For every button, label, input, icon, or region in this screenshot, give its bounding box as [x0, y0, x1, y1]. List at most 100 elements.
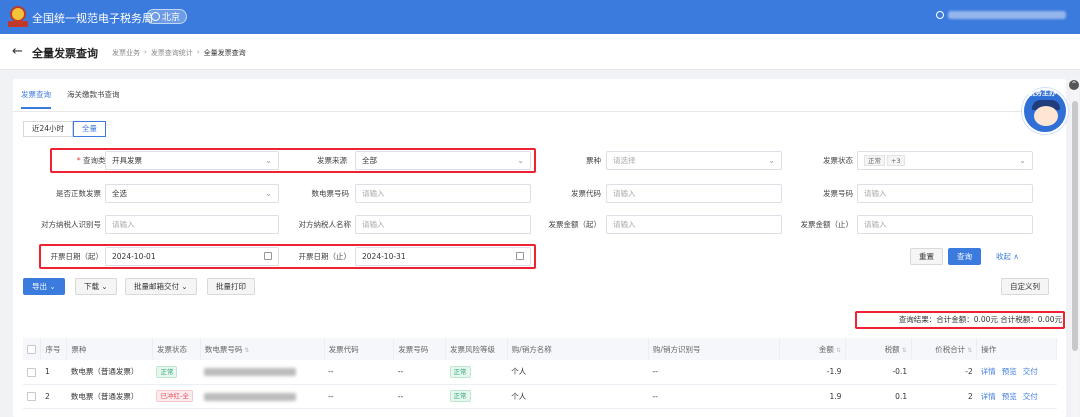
breadcrumb-item[interactable]: 发票业务 — [112, 48, 140, 58]
invoice-code-input[interactable]: 请输入 — [606, 184, 782, 203]
invoice-kind-select[interactable]: 请选择 ⌄ — [606, 151, 782, 170]
batch-print-button[interactable]: 批量打印 — [207, 278, 255, 295]
sort-icon[interactable]: ⇅ — [244, 347, 249, 354]
download-button[interactable]: 下载 ⌄ — [75, 278, 117, 295]
tab-divider — [13, 111, 1066, 112]
tax-emblem-icon — [8, 6, 28, 28]
row-checkbox[interactable] — [27, 367, 36, 377]
range-24h-button[interactable]: 近24小时 — [23, 121, 74, 137]
query-type-label: * 查询类型 — [76, 156, 113, 165]
cell-status: 已冲红-全 — [152, 384, 201, 409]
sort-icon[interactable]: ⇅ — [902, 347, 907, 354]
chevron-down-icon: ⌄ — [768, 156, 775, 165]
cell-no: -- — [393, 384, 446, 409]
invoice-source-select[interactable]: 全部 ⌄ — [355, 151, 531, 170]
range-all-button[interactable]: 全量 — [73, 121, 107, 137]
cell-taxid: -- — [648, 360, 780, 385]
invoice-kind-label: 票种 — [586, 156, 601, 165]
date-to-picker[interactable]: 2024-10-31 — [355, 247, 531, 266]
filter-row-3: 对方纳税人识别号 请输入 对方纳税人名称 请输入 发票金额（起） 请输入 发票金… — [13, 215, 1066, 235]
select-all-checkbox[interactable] — [27, 344, 36, 354]
cell-risk: 正常 — [445, 384, 508, 409]
tax-assistant-avatar[interactable]: 税务主办 — [1022, 88, 1068, 134]
status-tag: 正常 — [864, 155, 885, 166]
back-arrow-icon[interactable]: ← — [12, 44, 23, 59]
col-header: 税额 ⇅ — [845, 338, 912, 360]
cell-einvoice-no — [200, 384, 325, 409]
filter-row-1: * 查询类型 开具发票 ⌄ 发票来源 全部 ⌄ 票种 请选择 ⌄ 发票状态 正常 +3 ⌄ — [13, 151, 1066, 171]
scroll-up-icon[interactable]: ⌃ — [1069, 80, 1079, 90]
invoice-no-input[interactable]: 请输入 — [857, 184, 1033, 203]
sort-icon[interactable]: ⇅ — [836, 347, 841, 354]
is-positive-label: 是否正数发票 — [56, 189, 101, 198]
status-badge: 正常 — [156, 365, 178, 378]
batch-email-button[interactable]: 批量邮箱交付 ⌄ — [125, 278, 197, 295]
counterparty-name-label: 对方纳税人名称 — [298, 220, 352, 229]
tab-invoice-query[interactable]: 发票查询 — [21, 89, 51, 109]
counterparty-name-input[interactable]: 请输入 — [355, 215, 531, 234]
col-header: 发票代码 — [324, 338, 395, 360]
col-header: 发票状态 — [152, 338, 201, 360]
preview-link[interactable]: 预览 — [1002, 367, 1017, 376]
page-scrollbar[interactable] — [1071, 79, 1079, 417]
amount-to-label: 发票金额（止） — [800, 220, 854, 229]
breadcrumb-item[interactable]: 发票查询统计 — [151, 48, 193, 58]
invoice-source-label: 发票来源 — [317, 156, 347, 165]
tab-customs-payment[interactable]: 海关缴款书查询 — [67, 89, 120, 109]
cell-code: -- — [324, 384, 394, 409]
detail-link[interactable]: 详情 — [981, 392, 996, 401]
query-button[interactable]: 查询 — [948, 248, 981, 265]
is-positive-select[interactable]: 全选 ⌄ — [105, 184, 279, 203]
col-header: 购/销方名称 — [507, 338, 649, 360]
row-checkbox[interactable] — [27, 391, 36, 401]
cell-name: 个人 — [507, 360, 649, 385]
deliver-link[interactable]: 交付 — [1023, 367, 1038, 376]
cell-no: -- — [393, 360, 446, 385]
redacted-number — [204, 392, 297, 401]
chevron-down-icon: ⌄ — [101, 282, 108, 291]
user-menu[interactable] — [936, 11, 1066, 19]
col-header: 发票风险等级 — [445, 338, 508, 360]
custom-columns-button[interactable]: 自定义列 — [1001, 278, 1049, 295]
assistant-label: 税务主办 — [1028, 89, 1056, 97]
cell-name: 个人 — [507, 384, 649, 409]
breadcrumb-separator: › — [196, 48, 200, 56]
calendar-icon — [516, 252, 524, 260]
amount-from-input[interactable]: 请输入 — [606, 215, 782, 234]
export-button[interactable]: 导出 ⌄ — [23, 278, 65, 295]
cell-index: 1 — [40, 360, 67, 385]
col-header: 金额 ⇅ — [779, 338, 846, 360]
invoice-status-select[interactable]: 正常 +3 ⌄ — [857, 151, 1033, 170]
breadcrumb-separator: › — [144, 48, 147, 56]
scrollbar-thumb[interactable] — [1072, 101, 1078, 351]
cell-status: 正常 — [152, 360, 201, 385]
location-icon — [151, 12, 160, 21]
einvoice-no-input[interactable]: 请输入 — [355, 184, 531, 203]
cell-amount: 1.9 — [779, 384, 846, 409]
cell-amount: -1.9 — [779, 360, 846, 385]
redacted-number — [204, 368, 297, 377]
chevron-down-icon: ⌄ — [265, 156, 272, 165]
cell-taxid: -- — [648, 384, 780, 409]
reset-button[interactable]: 重置 — [910, 248, 943, 265]
preview-link[interactable]: 预览 — [1002, 392, 1017, 401]
amount-to-input[interactable]: 请输入 — [857, 215, 1033, 234]
col-header: 发票号码 — [393, 338, 447, 360]
detail-link[interactable]: 详情 — [981, 367, 996, 376]
cell-code: -- — [324, 360, 394, 385]
cell-total: -2 — [911, 360, 977, 385]
query-type-select[interactable]: 开具发票 ⌄ — [105, 151, 279, 170]
user-name-redacted — [948, 11, 1066, 19]
collapse-link[interactable]: 收起 ∧ — [996, 251, 1019, 262]
app-title: 全国统一规范电子税务局 — [32, 12, 153, 25]
deliver-link[interactable]: 交付 — [1023, 392, 1038, 401]
table-header-row: 序号 票种 发票状态 数电票号码 ⇅ 发票代码 发票号码 发票风险等级 购/销方名… — [23, 338, 1057, 360]
date-from-picker[interactable]: 2024-10-01 — [105, 247, 279, 266]
sort-icon[interactable]: ⇅ — [967, 347, 972, 354]
counterparty-taxid-input[interactable]: 请输入 — [105, 215, 279, 234]
user-icon — [936, 11, 944, 19]
city-selector[interactable]: 北京 — [146, 9, 188, 24]
assistant-face-icon — [1034, 106, 1058, 126]
table-row: 2 数电票（普通发票） 已冲红-全 -- -- 正常 个人 -- 1.9 0.1… — [23, 384, 1057, 409]
city-label: 北京 — [162, 13, 181, 23]
